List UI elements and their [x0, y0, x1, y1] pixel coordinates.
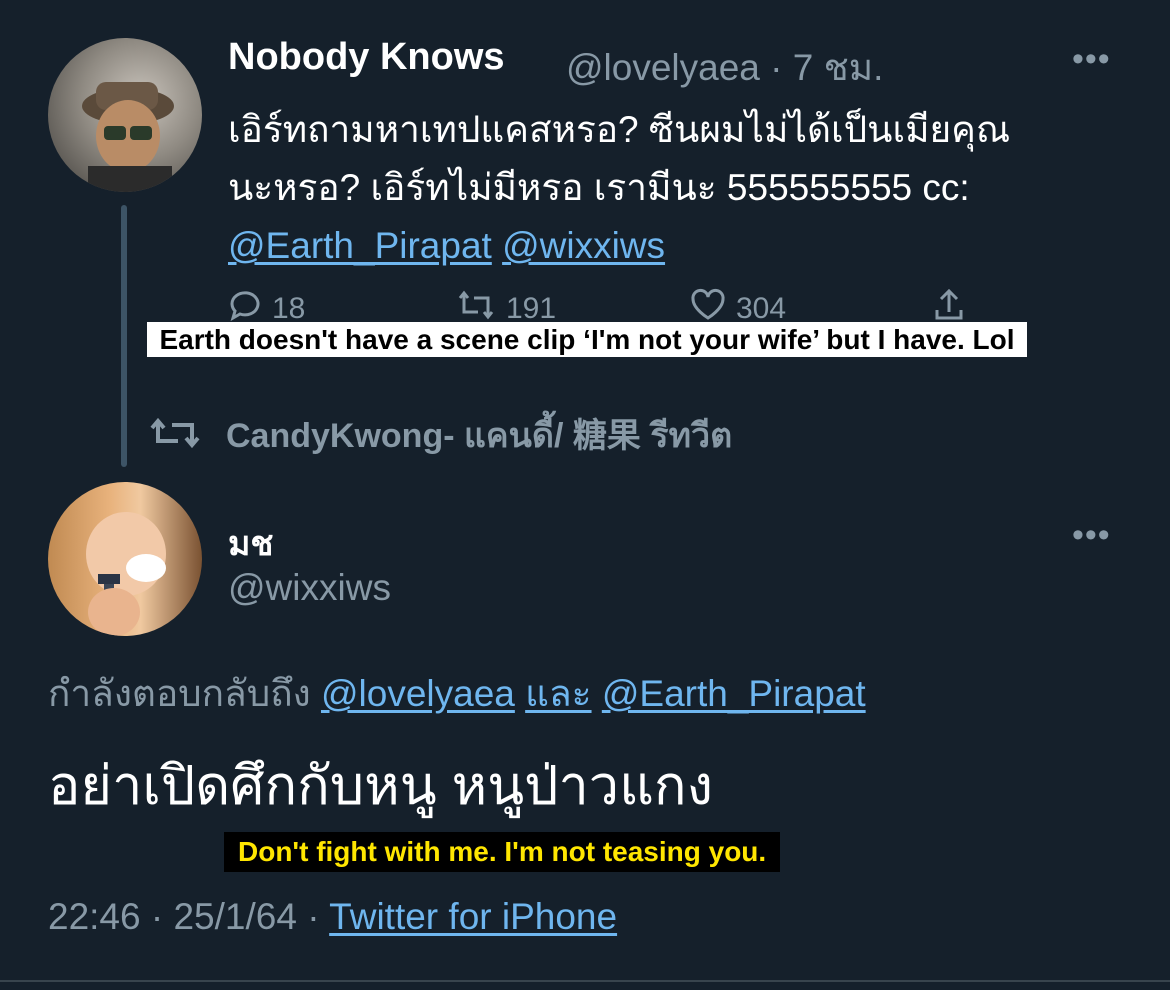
- mention-link[interactable]: @Earth_Pirapat: [602, 673, 866, 714]
- replying-and: และ: [525, 673, 592, 714]
- tweet-text: อย่าเปิดศึกกับหนู หนูป่าวแกง: [48, 756, 713, 816]
- avatar-nobody-knows[interactable]: [48, 38, 202, 192]
- tweet-author-handle[interactable]: @wixxiws: [228, 567, 391, 609]
- more-options-icon[interactable]: •••: [1072, 40, 1111, 79]
- tweet-time: 22:46: [48, 896, 141, 937]
- tweet-author-handle[interactable]: @lovelyaea: [566, 47, 760, 88]
- separator-dot: ·: [307, 896, 320, 937]
- tweet-text-line: นะหรอ? เอิร์ทไม่มีหรอ เรามีนะ 555555555 …: [228, 167, 970, 208]
- replying-to: กำลังตอบกลับถึง @lovelyaea และ @Earth_Pi…: [48, 664, 866, 723]
- tweet-author-name[interactable]: มช: [228, 516, 274, 570]
- replying-prefix: กำลังตอบกลับถึง: [48, 673, 311, 714]
- tweet-date: 25/1/64: [173, 896, 297, 937]
- retweeted-by-text: CandyKwong- แคนดี้/ 糖果 รีทวีต: [226, 417, 733, 455]
- divider: [0, 980, 1170, 982]
- tweet-time[interactable]: 7 ชม.: [793, 47, 884, 88]
- tweet-source-link[interactable]: Twitter for iPhone: [329, 896, 617, 937]
- separator-dot: ·: [150, 896, 164, 937]
- tweet-text: เอิร์ทถามหาเทปแคสหรอ? ซีนผมไม่ได้เป็นเมี…: [228, 101, 1128, 275]
- mention-link[interactable]: @lovelyaea: [321, 673, 515, 714]
- tweet-meta: 22:46 · 25/1/64 · Twitter for iPhone: [48, 896, 617, 938]
- more-options-icon[interactable]: •••: [1072, 516, 1111, 555]
- separator-dot: ·: [770, 47, 783, 88]
- retweeted-by-bar[interactable]: CandyKwong- แคนดี้/ 糖果 รีทวีต: [148, 408, 732, 462]
- subtitle-caption-bottom: Don't fight with me. I'm not teasing you…: [224, 832, 781, 872]
- tweet-author-handle-time: @lovelyaea · 7 ชม.: [566, 38, 883, 97]
- tweet-author-name[interactable]: Nobody Knows: [228, 36, 505, 79]
- mention-link[interactable]: @Earth_Pirapat: [228, 225, 492, 266]
- subtitle-caption-top: Earth doesn't have a scene clip ‘I'm not…: [98, 321, 1076, 359]
- tweet-text-line: เอิร์ทถามหาเทปแคสหรอ? ซีนผมไม่ได้เป็นเมี…: [228, 109, 1011, 150]
- retweet-icon: [148, 415, 202, 456]
- avatar-mch[interactable]: [48, 482, 202, 636]
- mention-link[interactable]: @wixxiws: [502, 225, 665, 266]
